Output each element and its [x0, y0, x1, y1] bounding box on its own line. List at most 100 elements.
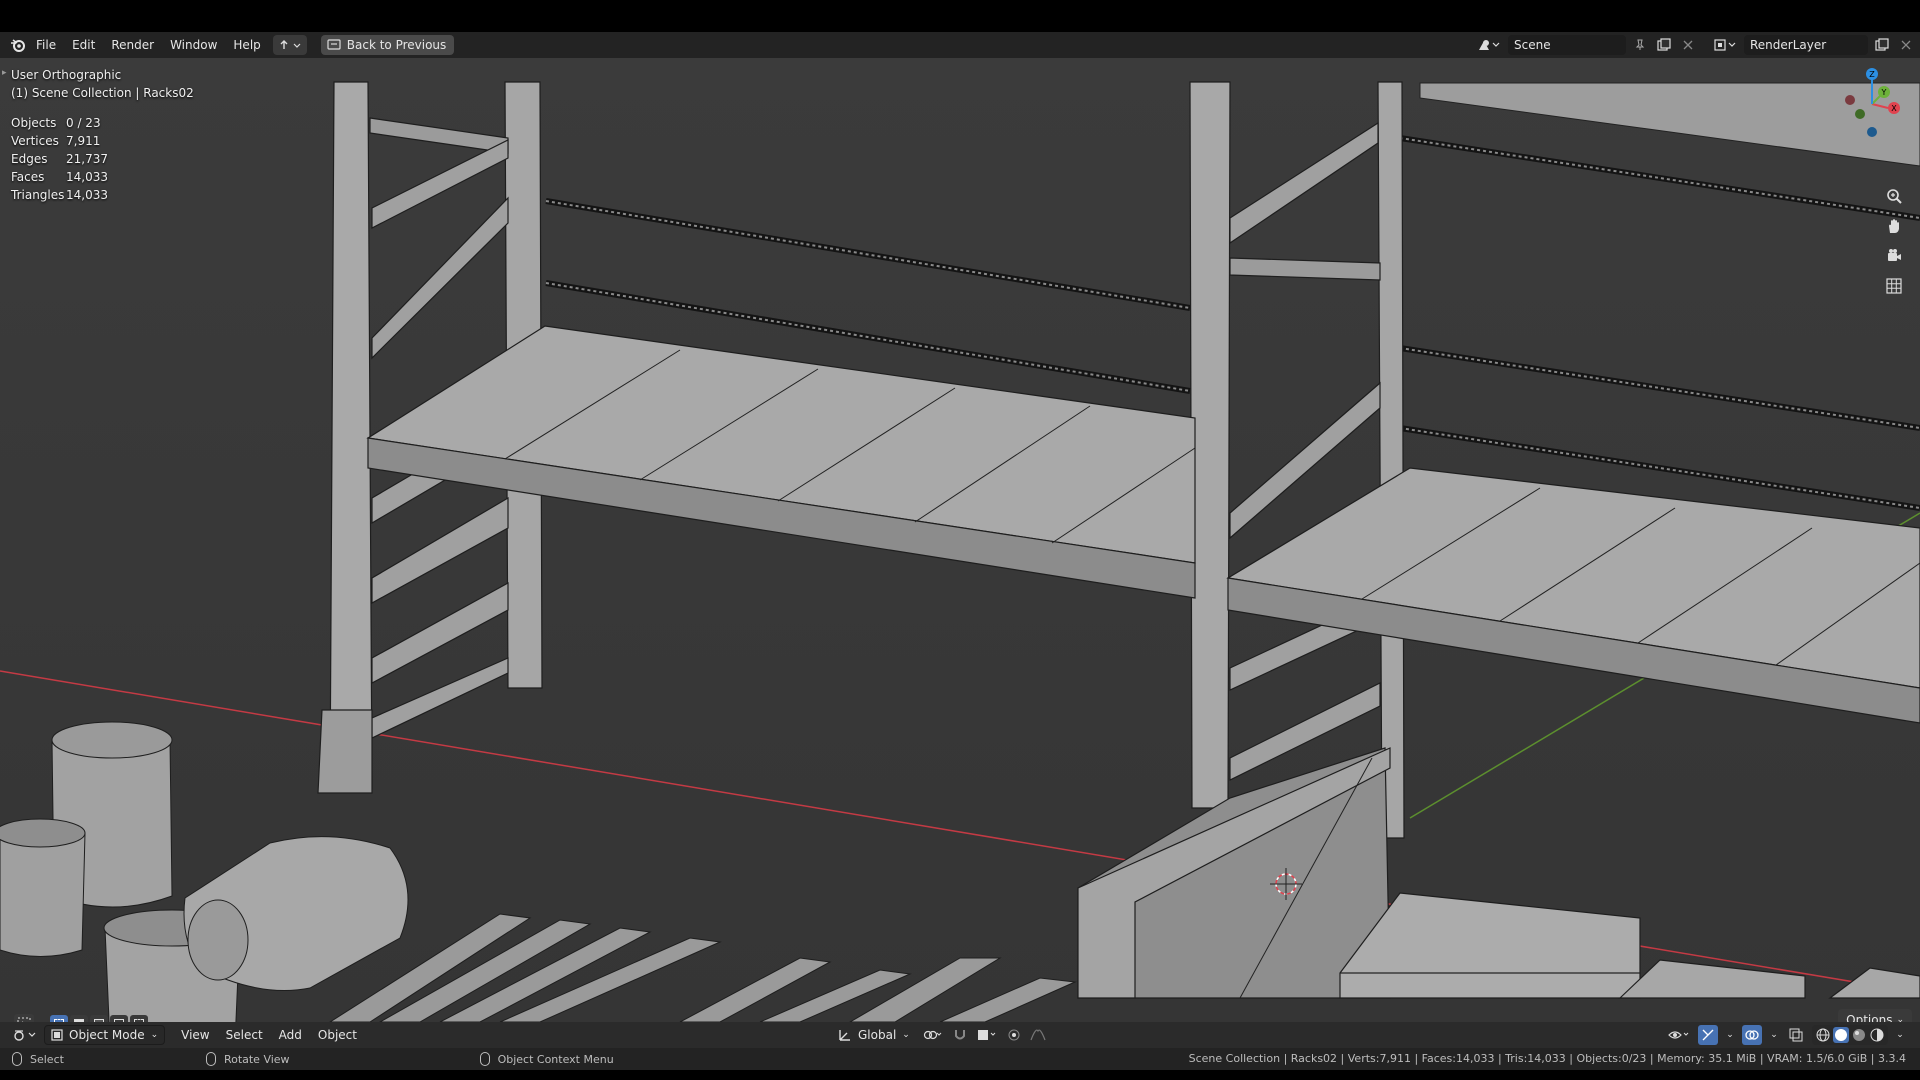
select-new-icon[interactable] — [50, 1015, 68, 1022]
options-dropdown[interactable]: Options ⌄ — [1838, 1009, 1912, 1022]
view-layer-browse-icon[interactable] — [1710, 35, 1740, 55]
visibility-eye-icon[interactable] — [1666, 1025, 1692, 1045]
shading-options-chevron-icon[interactable]: ⌄ — [1894, 1025, 1906, 1045]
pivot-point-icon[interactable] — [920, 1025, 946, 1045]
object-mode-icon — [51, 1029, 63, 1041]
delete-scene-icon[interactable] — [1678, 35, 1698, 55]
gizmo-options-chevron-icon[interactable]: ⌄ — [1724, 1025, 1736, 1045]
toolbar-expand-arrow-icon[interactable]: ▸ — [2, 68, 7, 78]
new-view-layer-icon[interactable] — [1872, 35, 1892, 55]
pin-icon[interactable] — [1630, 35, 1650, 55]
stat-label: Faces — [11, 170, 45, 184]
viewport-scene — [0, 58, 1920, 1022]
render-layer-label: RenderLayer — [1750, 38, 1827, 52]
transform-orientation-dropdown[interactable]: Global ⌄ — [834, 1025, 914, 1045]
mouse-left-icon — [12, 1052, 22, 1066]
select-mode-tools — [14, 1014, 148, 1022]
proportional-editing-icon[interactable] — [1006, 1025, 1022, 1045]
stat-label: Objects — [11, 116, 57, 130]
camera-view-icon[interactable] — [1882, 244, 1906, 268]
back-to-previous-button[interactable]: Back to Previous — [320, 35, 455, 55]
menu-help[interactable]: Help — [225, 32, 268, 58]
overlays-options-chevron-icon[interactable]: ⌄ — [1768, 1025, 1780, 1045]
solid-shading-icon[interactable] — [1833, 1027, 1849, 1043]
stat-row-vertices: Vertices 7,911 — [11, 132, 108, 150]
menu-object[interactable]: Object — [310, 1028, 365, 1042]
status-select: Select — [12, 1052, 64, 1066]
chevron-down-icon: ⌄ — [150, 1030, 159, 1040]
xray-toggle-icon[interactable] — [1786, 1025, 1806, 1045]
workspace-dropdown[interactable] — [272, 35, 307, 55]
snap-toggle-icon[interactable] — [952, 1025, 968, 1045]
stat-row-edges: Edges 21,737 — [11, 150, 108, 168]
scene-browse-icon[interactable] — [1474, 35, 1504, 55]
blender-window: File Edit Render Window Help Back to Pre… — [0, 32, 1920, 1070]
select-invert-icon[interactable] — [110, 1015, 128, 1022]
ortho-grid-icon[interactable] — [1882, 274, 1906, 298]
stat-value: 14,033 — [66, 170, 108, 184]
zoom-icon[interactable] — [1882, 184, 1906, 208]
render-layer-field[interactable]: RenderLayer — [1744, 35, 1868, 55]
select-intersect-icon[interactable] — [130, 1015, 148, 1022]
object-mode-dropdown[interactable]: Object Mode ⌄ — [44, 1025, 166, 1045]
wireframe-shading-icon[interactable] — [1815, 1027, 1831, 1043]
delete-view-layer-icon[interactable] — [1896, 35, 1916, 55]
stat-value: 7,911 — [66, 134, 101, 148]
select-tool-icon[interactable] — [14, 1014, 34, 1022]
snap-target-icon[interactable] — [974, 1025, 1000, 1045]
gizmo-z-label: Z — [1869, 70, 1875, 79]
status-bar: Select Rotate View Object Context Menu S… — [0, 1048, 1920, 1070]
viewport-display-tools: ⌄ ⌄ ⌄ — [1666, 1025, 1906, 1045]
neg-y-gizmo-icon[interactable] — [1855, 109, 1865, 119]
blender-logo-icon[interactable] — [8, 35, 28, 55]
menu-add[interactable]: Add — [271, 1028, 310, 1042]
transform-orientation-label: Global — [858, 1028, 897, 1042]
rendered-shading-icon[interactable] — [1869, 1027, 1885, 1043]
select-extend-icon[interactable] — [70, 1015, 88, 1022]
falloff-icon[interactable] — [1028, 1025, 1048, 1045]
menu-window[interactable]: Window — [162, 32, 225, 58]
status-rotate-label: Rotate View — [223, 1052, 290, 1066]
status-rotate: Rotate View — [205, 1052, 290, 1066]
top-menu-bar: File Edit Render Window Help Back to Pre… — [0, 32, 1920, 58]
gizmo-toggle-icon[interactable] — [1698, 1025, 1718, 1045]
overlays-toggle-icon[interactable] — [1742, 1025, 1762, 1045]
view-name: User Orthographic — [11, 68, 122, 82]
3d-viewport[interactable]: ▸ User Orthographic (1) Scene Collection… — [0, 58, 1920, 1022]
chevron-down-icon: ⌄ — [1896, 1015, 1904, 1022]
stat-label: Vertices — [11, 134, 59, 148]
viewport-header: Object Mode ⌄ View Select Add Object Glo… — [0, 1022, 1920, 1048]
chevron-down-icon: ⌄ — [902, 1030, 910, 1040]
pan-hand-icon[interactable] — [1882, 214, 1906, 238]
scene-name-label: Scene — [1514, 38, 1551, 52]
stat-value: 21,737 — [66, 152, 108, 166]
back-to-previous-label: Back to Previous — [346, 38, 447, 52]
gizmo-x-label: X — [1891, 104, 1897, 113]
editor-type-icon[interactable] — [10, 1025, 40, 1045]
stat-value: 0 / 23 — [66, 116, 101, 130]
navigation-gizmo[interactable]: X Y Z — [1832, 62, 1912, 142]
mouse-middle-icon — [205, 1052, 216, 1066]
scene-name-field[interactable]: Scene — [1508, 35, 1626, 55]
menu-render[interactable]: Render — [103, 32, 162, 58]
new-scene-icon[interactable] — [1654, 35, 1674, 55]
menu-select[interactable]: Select — [218, 1028, 271, 1042]
menu-file[interactable]: File — [28, 32, 64, 58]
viewport-info-text: User Orthographic (1) Scene Collection |… — [11, 66, 194, 102]
scene-selector-group: Scene RenderLayer — [1474, 35, 1920, 55]
stat-row-objects: Objects 0 / 23 — [11, 114, 108, 132]
stat-label: Triangles — [11, 188, 65, 202]
object-mode-label: Object Mode — [69, 1028, 145, 1042]
upload-icon — [280, 40, 301, 49]
stat-row-triangles: Triangles 14,033 — [11, 186, 108, 204]
options-label: Options — [1846, 1013, 1893, 1022]
shading-mode-group — [1812, 1025, 1888, 1045]
select-subtract-icon[interactable] — [90, 1015, 108, 1022]
material-shading-icon[interactable] — [1851, 1027, 1867, 1043]
neg-z-gizmo-icon[interactable] — [1867, 127, 1877, 137]
stat-value: 14,033 — [66, 188, 108, 202]
menu-edit[interactable]: Edit — [64, 32, 103, 58]
neg-x-gizmo-icon[interactable] — [1845, 95, 1855, 105]
menu-view[interactable]: View — [173, 1028, 217, 1042]
mouse-right-icon — [479, 1052, 490, 1066]
